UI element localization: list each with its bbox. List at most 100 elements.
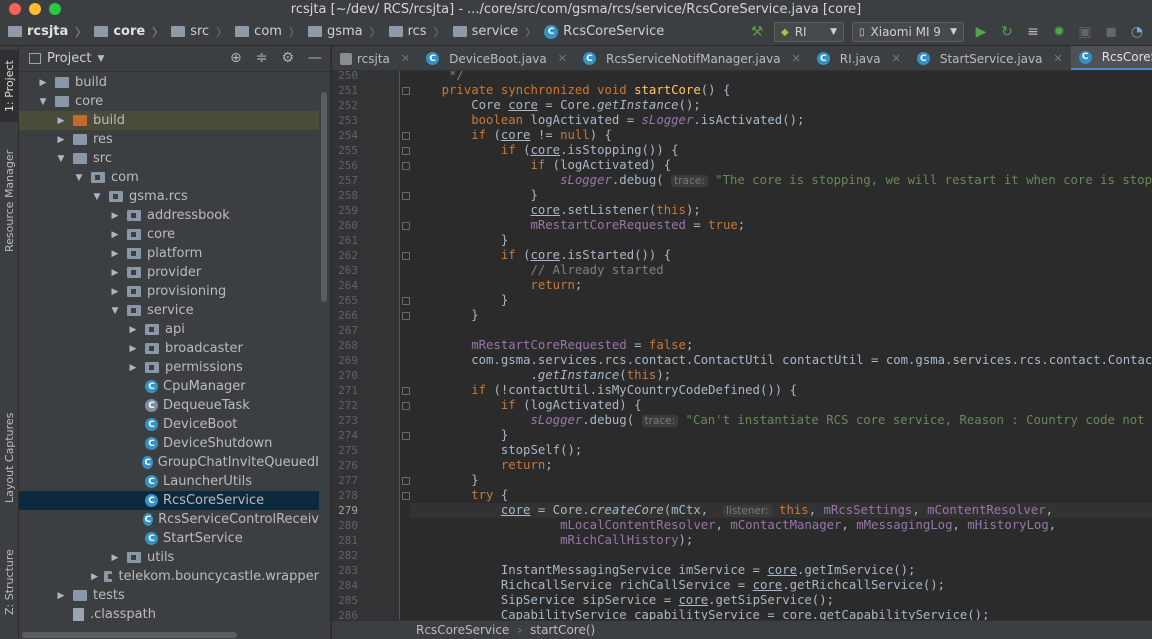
project-tree-horizontal-scrollbar[interactable] <box>22 632 237 638</box>
code-line[interactable]: core.setListener(this); <box>412 203 700 218</box>
run-config-select[interactable]: ◆ RI ▼ <box>774 22 844 42</box>
chevron-right-icon[interactable]: ▶ <box>109 230 121 240</box>
tree-item-utils[interactable]: ▶ utils <box>19 548 319 567</box>
tab-rcsjta[interactable]: rcsjta ✕ <box>332 46 418 70</box>
tree-item-deviceshutdown[interactable]: C DeviceShutdown <box>19 434 319 453</box>
code-line[interactable]: } <box>412 233 508 248</box>
code-line[interactable]: } <box>412 308 478 323</box>
code-line[interactable]: SipService sipService = core.getSipServi… <box>412 593 834 608</box>
code-line[interactable]: } <box>412 473 478 488</box>
profile-icon[interactable]: ◔ <box>1128 23 1146 41</box>
tree-item-core[interactable]: ▶ core <box>19 225 319 244</box>
close-tab-icon[interactable]: ✕ <box>1053 52 1062 65</box>
maximize-window-button[interactable] <box>49 3 61 15</box>
code-line[interactable]: Core core = Core.getInstance(); <box>412 98 701 113</box>
code-line[interactable]: } <box>412 188 537 203</box>
chevron-down-icon[interactable]: ▼ <box>109 306 121 316</box>
code-line[interactable]: if (core.isStopping()) { <box>412 143 679 158</box>
device-select[interactable]: ▯ Xiaomi MI 9 ▼ <box>852 22 964 42</box>
tree-item-com[interactable]: ▼ com <box>19 168 319 187</box>
chevron-down-icon[interactable]: ▼ <box>37 97 49 107</box>
tree-item-service[interactable]: ▼ service <box>19 301 319 320</box>
chevron-right-icon[interactable]: ▶ <box>55 116 67 126</box>
fold-marker-icon[interactable] <box>402 387 410 395</box>
code-line[interactable]: } <box>412 428 508 443</box>
fold-marker-icon[interactable] <box>402 252 410 260</box>
code-line[interactable]: if (logActivated) { <box>412 398 642 413</box>
chevron-right-icon[interactable]: ▶ <box>127 325 139 335</box>
tab-rcsservicenotifmanager-java[interactable]: C RcsServiceNotifManager.java ✕ <box>575 46 809 70</box>
chevron-right-icon[interactable]: ▶ <box>109 211 121 221</box>
tree-item-dequeuetask[interactable]: C DequeueTask <box>19 396 319 415</box>
tree-item-core[interactable]: ▼ core <box>19 92 319 111</box>
tree-item-groupchatinvitequeuedi[interactable]: C GroupChatInviteQueuedI <box>19 453 319 472</box>
build-hammer-icon[interactable]: ⚒ <box>748 23 766 41</box>
breadcrumb-gsma[interactable]: gsma 〉 <box>300 24 381 40</box>
fold-marker-icon[interactable] <box>402 162 410 170</box>
chevron-down-icon[interactable]: ▼ <box>97 54 104 64</box>
code-line[interactable]: if (core.isStarted()) { <box>412 248 671 263</box>
fold-marker-icon[interactable] <box>402 297 410 305</box>
tree-item-permissions[interactable]: ▶ permissions <box>19 358 319 377</box>
fold-marker-icon[interactable] <box>402 477 410 485</box>
fold-marker-icon[interactable] <box>402 432 410 440</box>
code-line[interactable]: core = Core.createCore(mCtx, listener: t… <box>412 503 1053 518</box>
close-window-button[interactable] <box>9 3 21 15</box>
code-line[interactable]: } <box>412 293 508 308</box>
hide-panel-icon[interactable]: — <box>308 50 322 66</box>
code-line[interactable]: */ <box>412 71 464 83</box>
chevron-right-icon[interactable]: ▶ <box>127 344 139 354</box>
tree-item-deviceboot[interactable]: C DeviceBoot <box>19 415 319 434</box>
code-line[interactable]: .getInstance(this); <box>412 368 671 383</box>
project-tree-vertical-scrollbar[interactable] <box>321 92 327 302</box>
code-line[interactable]: com.gsma.services.rcs.contact.ContactUti… <box>412 353 1152 368</box>
code-line[interactable]: boolean logActivated = sLogger.isActivat… <box>412 113 804 128</box>
tree-item-src[interactable]: ▼ src <box>19 149 319 168</box>
breadcrumb-item[interactable]: startCore() <box>530 623 595 637</box>
tab-rcscoreservice-java[interactable]: CRcsCoreService.java✕ <box>1070 46 1152 70</box>
code-line[interactable]: CapabilityService capabilityService = co… <box>412 608 990 620</box>
close-tab-icon[interactable]: ✕ <box>558 52 567 65</box>
chevron-right-icon[interactable]: ▶ <box>127 363 139 373</box>
tree-item-cpumanager[interactable]: C CpuManager <box>19 377 319 396</box>
fold-marker-icon[interactable] <box>402 222 410 230</box>
fold-marker-icon[interactable] <box>402 87 410 95</box>
code-line[interactable]: mLocalContentResolver, mContactManager, … <box>412 518 1056 533</box>
tree-item-startservice[interactable]: C StartService <box>19 529 319 548</box>
tree-item-rcscoreservice[interactable]: C RcsCoreService <box>19 491 319 510</box>
tree-item-rcsservicecontrolreceiv[interactable]: C RcsServiceControlReceiv <box>19 510 319 529</box>
tree-item-api[interactable]: ▶ api <box>19 320 319 339</box>
chevron-down-icon[interactable]: ▼ <box>73 173 85 183</box>
apply-changes-icon[interactable]: ↻ <box>998 23 1016 41</box>
code-line[interactable]: mRestartCoreRequested = false; <box>412 338 693 353</box>
tree-item-addressbook[interactable]: ▶ addressbook <box>19 206 319 225</box>
tree-item-broadcaster[interactable]: ▶ broadcaster <box>19 339 319 358</box>
code-line[interactable]: mRestartCoreRequested = true; <box>412 218 745 233</box>
gear-icon[interactable]: ⚙ <box>281 50 294 66</box>
tree-item-platform[interactable]: ▶ platform <box>19 244 319 263</box>
code-line[interactable]: return; <box>412 458 553 473</box>
tree-item-provisioning[interactable]: ▶ provisioning <box>19 282 319 301</box>
tab-deviceboot-java[interactable]: C DeviceBoot.java ✕ <box>418 46 575 70</box>
apply-code-changes-icon[interactable]: ≡ <box>1024 23 1042 41</box>
code-line[interactable]: RichcallService richCallService = core.g… <box>412 578 945 593</box>
project-tool-tab[interactable]: 1: Project <box>0 50 19 122</box>
chevron-right-icon[interactable]: ▶ <box>55 135 67 145</box>
code-line[interactable]: stopSelf(); <box>412 443 582 458</box>
tree-item-gsma-rcs[interactable]: ▼ gsma.rcs <box>19 187 319 206</box>
fold-marker-icon[interactable] <box>402 132 410 140</box>
close-tab-icon[interactable]: ✕ <box>792 52 801 65</box>
chevron-right-icon[interactable]: ▶ <box>109 287 121 297</box>
breadcrumb-core[interactable]: core 〉 <box>86 24 163 40</box>
minimize-window-button[interactable] <box>29 3 41 15</box>
chevron-down-icon[interactable]: ▼ <box>91 192 103 202</box>
breadcrumb-com[interactable]: com 〉 <box>227 24 300 40</box>
code-line[interactable]: sLogger.debug( trace: "The core is stopp… <box>412 173 1152 188</box>
tree-item-build[interactable]: ▶ build <box>19 111 319 130</box>
project-view-select[interactable]: Project <box>47 51 91 66</box>
tree-item-launcherutils[interactable]: C LauncherUtils <box>19 472 319 491</box>
debug-icon[interactable]: ✹ <box>1050 23 1068 41</box>
fold-marker-icon[interactable] <box>402 312 410 320</box>
fold-marker-icon[interactable] <box>402 492 410 500</box>
locate-file-icon[interactable]: ⊕ <box>230 50 242 66</box>
